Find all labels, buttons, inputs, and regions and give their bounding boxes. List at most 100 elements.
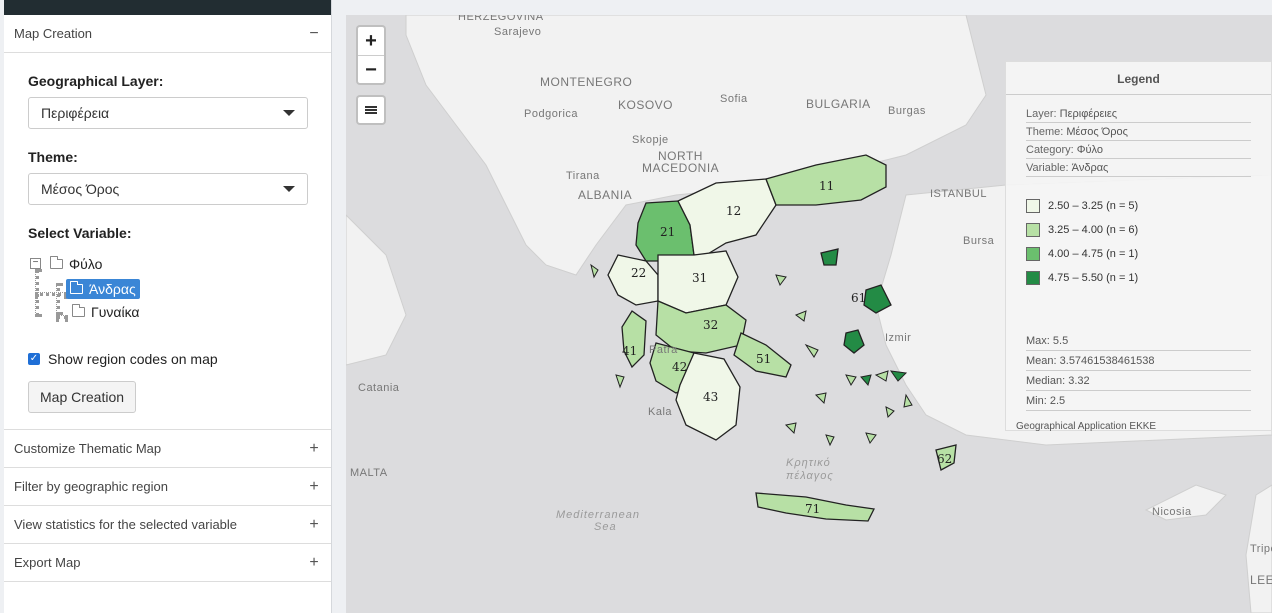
region-code: 43 <box>703 390 718 404</box>
region-code: 21 <box>660 225 675 239</box>
collapse-icon[interactable]: − <box>307 25 321 43</box>
region-code: 61 <box>851 291 866 305</box>
place-label: Patra <box>649 344 678 356</box>
region-code: 32 <box>703 318 718 332</box>
panel-title: Customize Thematic Map <box>14 441 162 456</box>
tree-collapse-icon[interactable]: − <box>30 258 41 269</box>
geo-layer-select[interactable]: Περιφέρεια <box>28 97 308 129</box>
map-creation-button[interactable]: Map Creation <box>28 381 137 413</box>
folder-icon <box>50 256 63 269</box>
expand-icon[interactable]: + <box>307 516 321 534</box>
geo-layer-label: Geographical Layer: <box>28 73 164 89</box>
place-label: ALBANIA <box>578 188 633 202</box>
panel-header-export[interactable]: Export Map + <box>4 544 331 582</box>
variable-tree: − Φύλο Άνδρας Γυναίκα <box>28 253 307 333</box>
legend-info: Layer: Περιφέρειες Theme: Μέσος Όρος Cat… <box>1006 95 1271 177</box>
region-61c[interactable] <box>820 248 839 266</box>
panel-title: Filter by geographic region <box>14 479 168 494</box>
panel-header-stats[interactable]: View statistics for the selected variabl… <box>4 506 331 544</box>
expand-icon[interactable]: + <box>307 554 321 572</box>
expand-icon[interactable]: + <box>307 478 321 496</box>
land-italy <box>346 214 407 366</box>
legend-theme: Theme: Μέσος Όρος <box>1026 123 1251 141</box>
layers-button[interactable] <box>356 95 386 125</box>
legend-swatch <box>1026 199 1040 213</box>
show-codes-row[interactable]: ✓ Show region codes on map <box>28 351 307 367</box>
theme-label: Theme: <box>28 149 78 165</box>
tree-line <box>56 283 60 315</box>
zoom-out-button[interactable]: − <box>358 55 384 83</box>
legend-median: Median: 3.32 <box>1026 371 1251 391</box>
legend-min: Min: 2.5 <box>1026 391 1251 411</box>
place-label: LEE <box>1250 573 1272 587</box>
legend-category: Category: Φύλο <box>1026 141 1251 159</box>
tree-node-label: Άνδρας <box>89 281 136 297</box>
app-root: Map Creation − Geographical Layer: Περιφ… <box>0 0 1272 613</box>
panel-title: View statistics for the selected variabl… <box>14 517 238 532</box>
place-label: Podgorica <box>524 108 579 120</box>
zoom-in-button[interactable]: + <box>358 27 384 55</box>
panel-title: Export Map <box>14 555 81 570</box>
legend-bin: 4.75 – 5.50 (n = 1) <box>1026 271 1251 285</box>
map-view[interactable]: 11 12 21 22 31 32 41 42 43 51 61 62 71 H… <box>346 15 1272 613</box>
region-code: 11 <box>819 179 834 193</box>
legend-stats: Max: 5.5 Mean: 3.57461538461538 Median: … <box>1006 295 1271 411</box>
sea-label: Mediterranean <box>556 509 640 521</box>
folder-icon <box>72 304 85 317</box>
panel-header-customize[interactable]: Customize Thematic Map + <box>4 430 331 468</box>
place-label: ISTANBUL <box>930 188 987 200</box>
geo-layer-value: Περιφέρεια <box>41 105 110 121</box>
expand-icon[interactable]: + <box>307 440 321 458</box>
region-code: 41 <box>622 344 637 358</box>
legend-bin-label: 2.50 – 3.25 (n = 5) <box>1048 200 1139 212</box>
legend-variable: Variable: Άνδρας <box>1026 159 1251 177</box>
region-61b[interactable] <box>843 329 865 354</box>
region-22[interactable] <box>607 254 659 306</box>
legend-footer: Geographical Application EKKE <box>1016 421 1157 432</box>
theme-select[interactable]: Μέσος Όρος <box>28 173 308 205</box>
legend-swatch <box>1026 271 1040 285</box>
sea-label: Sea <box>594 521 617 533</box>
legend-bin-label: 4.75 – 5.50 (n = 1) <box>1048 272 1139 284</box>
place-label: Bursa <box>963 235 995 247</box>
sea-label: πέλαγος <box>786 470 834 482</box>
place-label: Izmir <box>885 332 912 344</box>
region-code: 12 <box>726 204 741 218</box>
region-code: 31 <box>692 271 707 285</box>
zoom-control: + − <box>356 25 386 85</box>
place-label: Skopje <box>632 134 669 146</box>
place-label: Burgas <box>888 105 926 117</box>
place-label: Nicosia <box>1152 506 1192 518</box>
tree-node-andras[interactable]: Άνδρας <box>66 279 140 299</box>
sidebar-top-bar <box>4 0 331 15</box>
place-label: MALTA <box>350 467 388 479</box>
place-label: KOSOVO <box>618 98 674 112</box>
tree-node-label: Φύλο <box>69 256 103 272</box>
tree-node-root[interactable]: Φύλο <box>50 256 102 272</box>
panel-header-map-creation[interactable]: Map Creation − <box>4 15 331 53</box>
chevron-down-icon <box>283 186 295 192</box>
tree-node-gynaika[interactable]: Γυναίκα <box>72 304 140 320</box>
region-code: 51 <box>756 352 771 366</box>
place-label: Tirana <box>566 170 600 182</box>
tree-line <box>56 315 68 319</box>
sidebar: Map Creation − Geographical Layer: Περιφ… <box>4 0 332 613</box>
show-codes-checkbox[interactable]: ✓ <box>28 353 40 365</box>
legend-bin: 3.25 – 4.00 (n = 6) <box>1026 223 1251 237</box>
region-code: 22 <box>631 266 646 280</box>
panel-header-filter[interactable]: Filter by geographic region + <box>4 468 331 506</box>
legend-bin-label: 3.25 – 4.00 (n = 6) <box>1048 224 1139 236</box>
legend-bin: 2.50 – 3.25 (n = 5) <box>1026 199 1251 213</box>
place-label: MACEDONIA <box>642 161 720 175</box>
legend-max: Max: 5.5 <box>1026 331 1251 351</box>
place-label: Sofia <box>720 93 748 105</box>
legend-mean: Mean: 3.57461538461538 <box>1026 351 1251 371</box>
region-code: 71 <box>805 502 820 516</box>
region-41[interactable] <box>621 310 647 369</box>
tree-line <box>35 292 67 296</box>
place-label: Catania <box>358 382 400 394</box>
variable-label: Select Variable: <box>28 225 132 241</box>
panel-body-map-creation: Geographical Layer: Περιφέρεια Theme: Μέ… <box>4 53 331 430</box>
panel-title: Map Creation <box>14 26 93 41</box>
folder-icon <box>70 281 83 294</box>
